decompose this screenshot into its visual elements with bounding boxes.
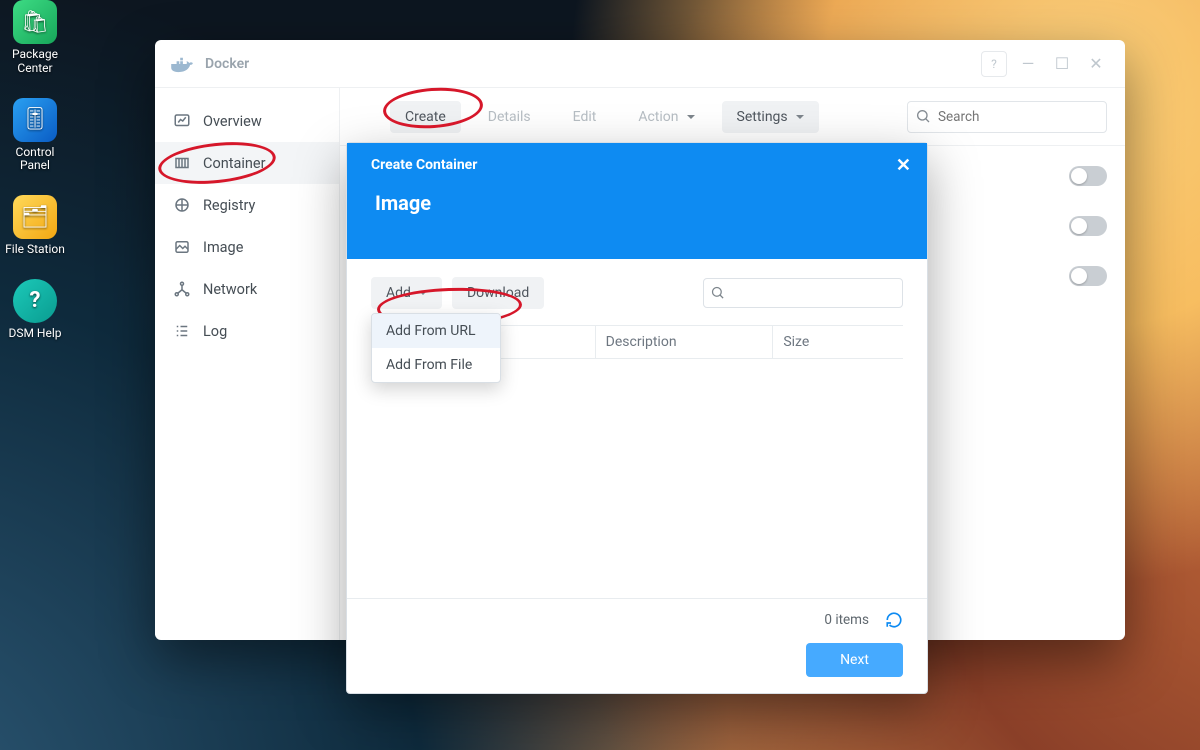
chevron-down-icon bbox=[794, 109, 804, 125]
image-table-body bbox=[371, 359, 903, 598]
search-icon bbox=[710, 285, 725, 300]
desktop-icon-label: Control Panel bbox=[0, 146, 70, 174]
list-icon bbox=[173, 322, 191, 340]
settings-button[interactable]: Settings bbox=[722, 101, 819, 133]
desktop-icon-label: DSM Help bbox=[8, 327, 61, 341]
sidebar-item-overview[interactable]: Overview bbox=[155, 100, 339, 142]
add-from-url-item[interactable]: Add From URL bbox=[372, 314, 500, 348]
sidebar-item-label: Container bbox=[203, 155, 265, 172]
desktop-icon-dsm-help[interactable]: ? DSM Help bbox=[0, 279, 70, 341]
image-icon bbox=[173, 238, 191, 256]
download-button[interactable]: Download bbox=[452, 277, 544, 309]
sidebar-item-label: Registry bbox=[203, 197, 255, 214]
search-icon bbox=[915, 108, 931, 124]
create-container-dialog: Create Container Image ✕ Add Add From UR… bbox=[346, 142, 928, 694]
network-icon bbox=[173, 280, 191, 298]
container-toggle[interactable] bbox=[1069, 266, 1107, 286]
chevron-down-icon bbox=[685, 109, 695, 125]
dialog-step-title: Image bbox=[375, 191, 909, 215]
desktop-icons: 🛍︎ PackageCenter 🎚︎ Control Panel 🗂︎ Fil… bbox=[0, 0, 70, 341]
sidebar-item-label: Image bbox=[203, 239, 243, 256]
add-button[interactable]: Add bbox=[371, 277, 442, 309]
folder-icon: 🗂︎ bbox=[13, 195, 57, 239]
col-description: Description bbox=[595, 326, 773, 358]
window-close-button[interactable]: ✕ bbox=[1083, 51, 1109, 77]
titlebar: Docker ? — ☐ ✕ bbox=[155, 40, 1125, 88]
add-dropdown: Add From URL Add From File bbox=[371, 313, 501, 383]
action-button[interactable]: Action bbox=[623, 101, 709, 133]
sidebar-item-image[interactable]: Image bbox=[155, 226, 339, 268]
sidebar-item-container[interactable]: Container bbox=[155, 142, 339, 184]
dialog-toolbar: Add Add From URL Add From File Download bbox=[371, 277, 903, 309]
window-help-button[interactable]: ? bbox=[981, 51, 1007, 77]
sidebar-item-log[interactable]: Log bbox=[155, 310, 339, 352]
next-button[interactable]: Next bbox=[806, 643, 903, 677]
container-icon bbox=[173, 154, 191, 172]
sidebar-item-label: Overview bbox=[203, 113, 262, 130]
col-size: Size bbox=[772, 326, 903, 358]
refresh-icon[interactable] bbox=[885, 611, 903, 629]
desktop-icon-file-station[interactable]: 🗂︎ File Station bbox=[0, 195, 70, 257]
sidebar-item-network[interactable]: Network bbox=[155, 268, 339, 310]
gauge-icon bbox=[173, 112, 191, 130]
dialog-title: Create Container bbox=[371, 157, 909, 173]
desktop: 🛍︎ PackageCenter 🎚︎ Control Panel 🗂︎ Fil… bbox=[0, 0, 1200, 750]
toolbar-search bbox=[907, 101, 1107, 133]
dialog-footer: 0 items Next bbox=[347, 598, 927, 693]
sidebar: Overview Container Registry Image Networ… bbox=[155, 88, 340, 640]
sliders-icon: 🎚︎ bbox=[13, 98, 57, 142]
search-input[interactable] bbox=[907, 101, 1107, 133]
window-title: Docker bbox=[205, 56, 249, 72]
chevron-down-icon bbox=[417, 285, 427, 301]
add-from-file-item[interactable]: Add From File bbox=[372, 348, 500, 382]
window-minimize-button[interactable]: — bbox=[1015, 51, 1041, 77]
details-button[interactable]: Details bbox=[473, 101, 546, 133]
sidebar-item-label: Log bbox=[203, 323, 227, 340]
container-toolbar: Create Details Edit Action Settings bbox=[340, 88, 1125, 146]
docker-whale-icon bbox=[171, 55, 193, 73]
edit-button[interactable]: Edit bbox=[558, 101, 612, 133]
window-maximize-button[interactable]: ☐ bbox=[1049, 51, 1075, 77]
create-button[interactable]: Create bbox=[390, 101, 461, 133]
container-toggle[interactable] bbox=[1069, 216, 1107, 236]
desktop-icon-control-panel[interactable]: 🎚︎ Control Panel bbox=[0, 98, 70, 174]
dialog-close-button[interactable]: ✕ bbox=[896, 155, 911, 176]
desktop-icon-label: File Station bbox=[5, 243, 65, 257]
dialog-search bbox=[703, 278, 903, 308]
item-count: 0 items bbox=[824, 612, 869, 628]
sidebar-item-label: Network bbox=[203, 281, 257, 298]
package-icon: 🛍︎ bbox=[13, 0, 57, 44]
help-icon: ? bbox=[13, 279, 57, 323]
desktop-icon-label: PackageCenter bbox=[12, 48, 58, 76]
registry-icon bbox=[173, 196, 191, 214]
container-toggle[interactable] bbox=[1069, 166, 1107, 186]
desktop-icon-package-center[interactable]: 🛍︎ PackageCenter bbox=[0, 0, 70, 76]
dialog-search-input[interactable] bbox=[703, 278, 903, 308]
dialog-header: Create Container Image ✕ bbox=[347, 143, 927, 259]
sidebar-item-registry[interactable]: Registry bbox=[155, 184, 339, 226]
